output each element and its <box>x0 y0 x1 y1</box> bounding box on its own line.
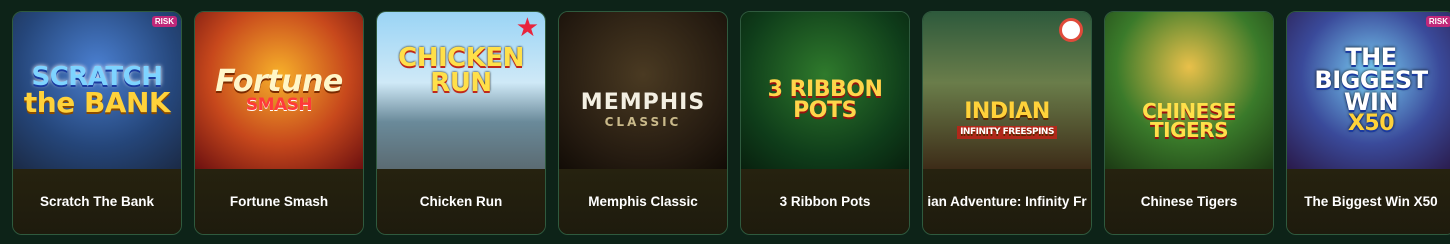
game-title[interactable]: The Biggest Win X50 <box>1287 169 1450 234</box>
game-card-3-ribbon-pots[interactable]: 3 RIBBON POTS 3 Ribbon Pots <box>740 11 910 235</box>
game-title[interactable]: Scratch The Bank <box>13 169 181 234</box>
thumbnail-art-title: 3 RIBBON POTS <box>767 76 883 123</box>
game-card-fortune-smash[interactable]: Fortune SMASH Fortune Smash <box>194 11 364 235</box>
thumbnail-art-title: CHICKEN RUN <box>398 42 524 98</box>
game-thumbnail[interactable]: CHINESE TIGERS <box>1105 12 1273 169</box>
star-icon: ★ <box>515 12 539 42</box>
thumbnail-art-title: THE BIGGEST WIN X50 <box>1314 42 1428 137</box>
target-icon <box>1059 18 1083 42</box>
game-thumbnail[interactable]: Fortune SMASH <box>195 12 363 169</box>
thumbnail-art-title: SCRATCH the BANK <box>23 61 171 119</box>
thumbnail-art-title: CHINESE TIGERS <box>1142 98 1236 142</box>
game-title[interactable]: 3 Ribbon Pots <box>741 169 909 234</box>
thumbnail-art-title: INDIAN INFINITY FREESPINS <box>957 101 1057 139</box>
game-card-chicken-run[interactable]: ★ CHICKEN RUN Chicken Run <box>376 11 546 235</box>
game-title[interactable]: Chicken Run <box>377 169 545 234</box>
games-carousel: RISK SCRATCH the BANK Scratch The Bank F… <box>0 0 1450 244</box>
game-thumbnail[interactable]: RISK THE BIGGEST WIN X50 <box>1287 12 1450 169</box>
thumbnail-art-title: Fortune SMASH <box>215 64 343 115</box>
game-card-indian-adventure[interactable]: INDIAN INFINITY FREESPINS ian Adventure:… <box>922 11 1092 235</box>
game-thumbnail[interactable]: RISK SCRATCH the BANK <box>13 12 181 169</box>
game-card-memphis-classic[interactable]: MEMPHIS CLASSIC Memphis Classic <box>558 11 728 235</box>
game-thumbnail[interactable]: INDIAN INFINITY FREESPINS <box>923 12 1091 169</box>
game-title[interactable]: Fortune Smash <box>195 169 363 234</box>
game-thumbnail[interactable]: ★ CHICKEN RUN <box>377 12 545 169</box>
game-title[interactable]: ian Adventure: Infinity Fr <box>923 169 1091 234</box>
thumbnail-art-title: MEMPHIS CLASSIC <box>580 89 706 129</box>
game-title[interactable]: Memphis Classic <box>559 169 727 234</box>
game-card-the-biggest-win-x50[interactable]: RISK THE BIGGEST WIN X50 The Biggest Win… <box>1286 11 1450 235</box>
game-thumbnail[interactable]: 3 RIBBON POTS <box>741 12 909 169</box>
game-card-scratch-the-bank[interactable]: RISK SCRATCH the BANK Scratch The Bank <box>12 11 182 235</box>
game-title[interactable]: Chinese Tigers <box>1105 169 1273 234</box>
game-thumbnail[interactable]: MEMPHIS CLASSIC <box>559 12 727 169</box>
game-card-chinese-tigers[interactable]: CHINESE TIGERS Chinese Tigers <box>1104 11 1274 235</box>
risk-badge: RISK <box>1425 16 1450 27</box>
risk-badge: RISK <box>151 16 177 27</box>
